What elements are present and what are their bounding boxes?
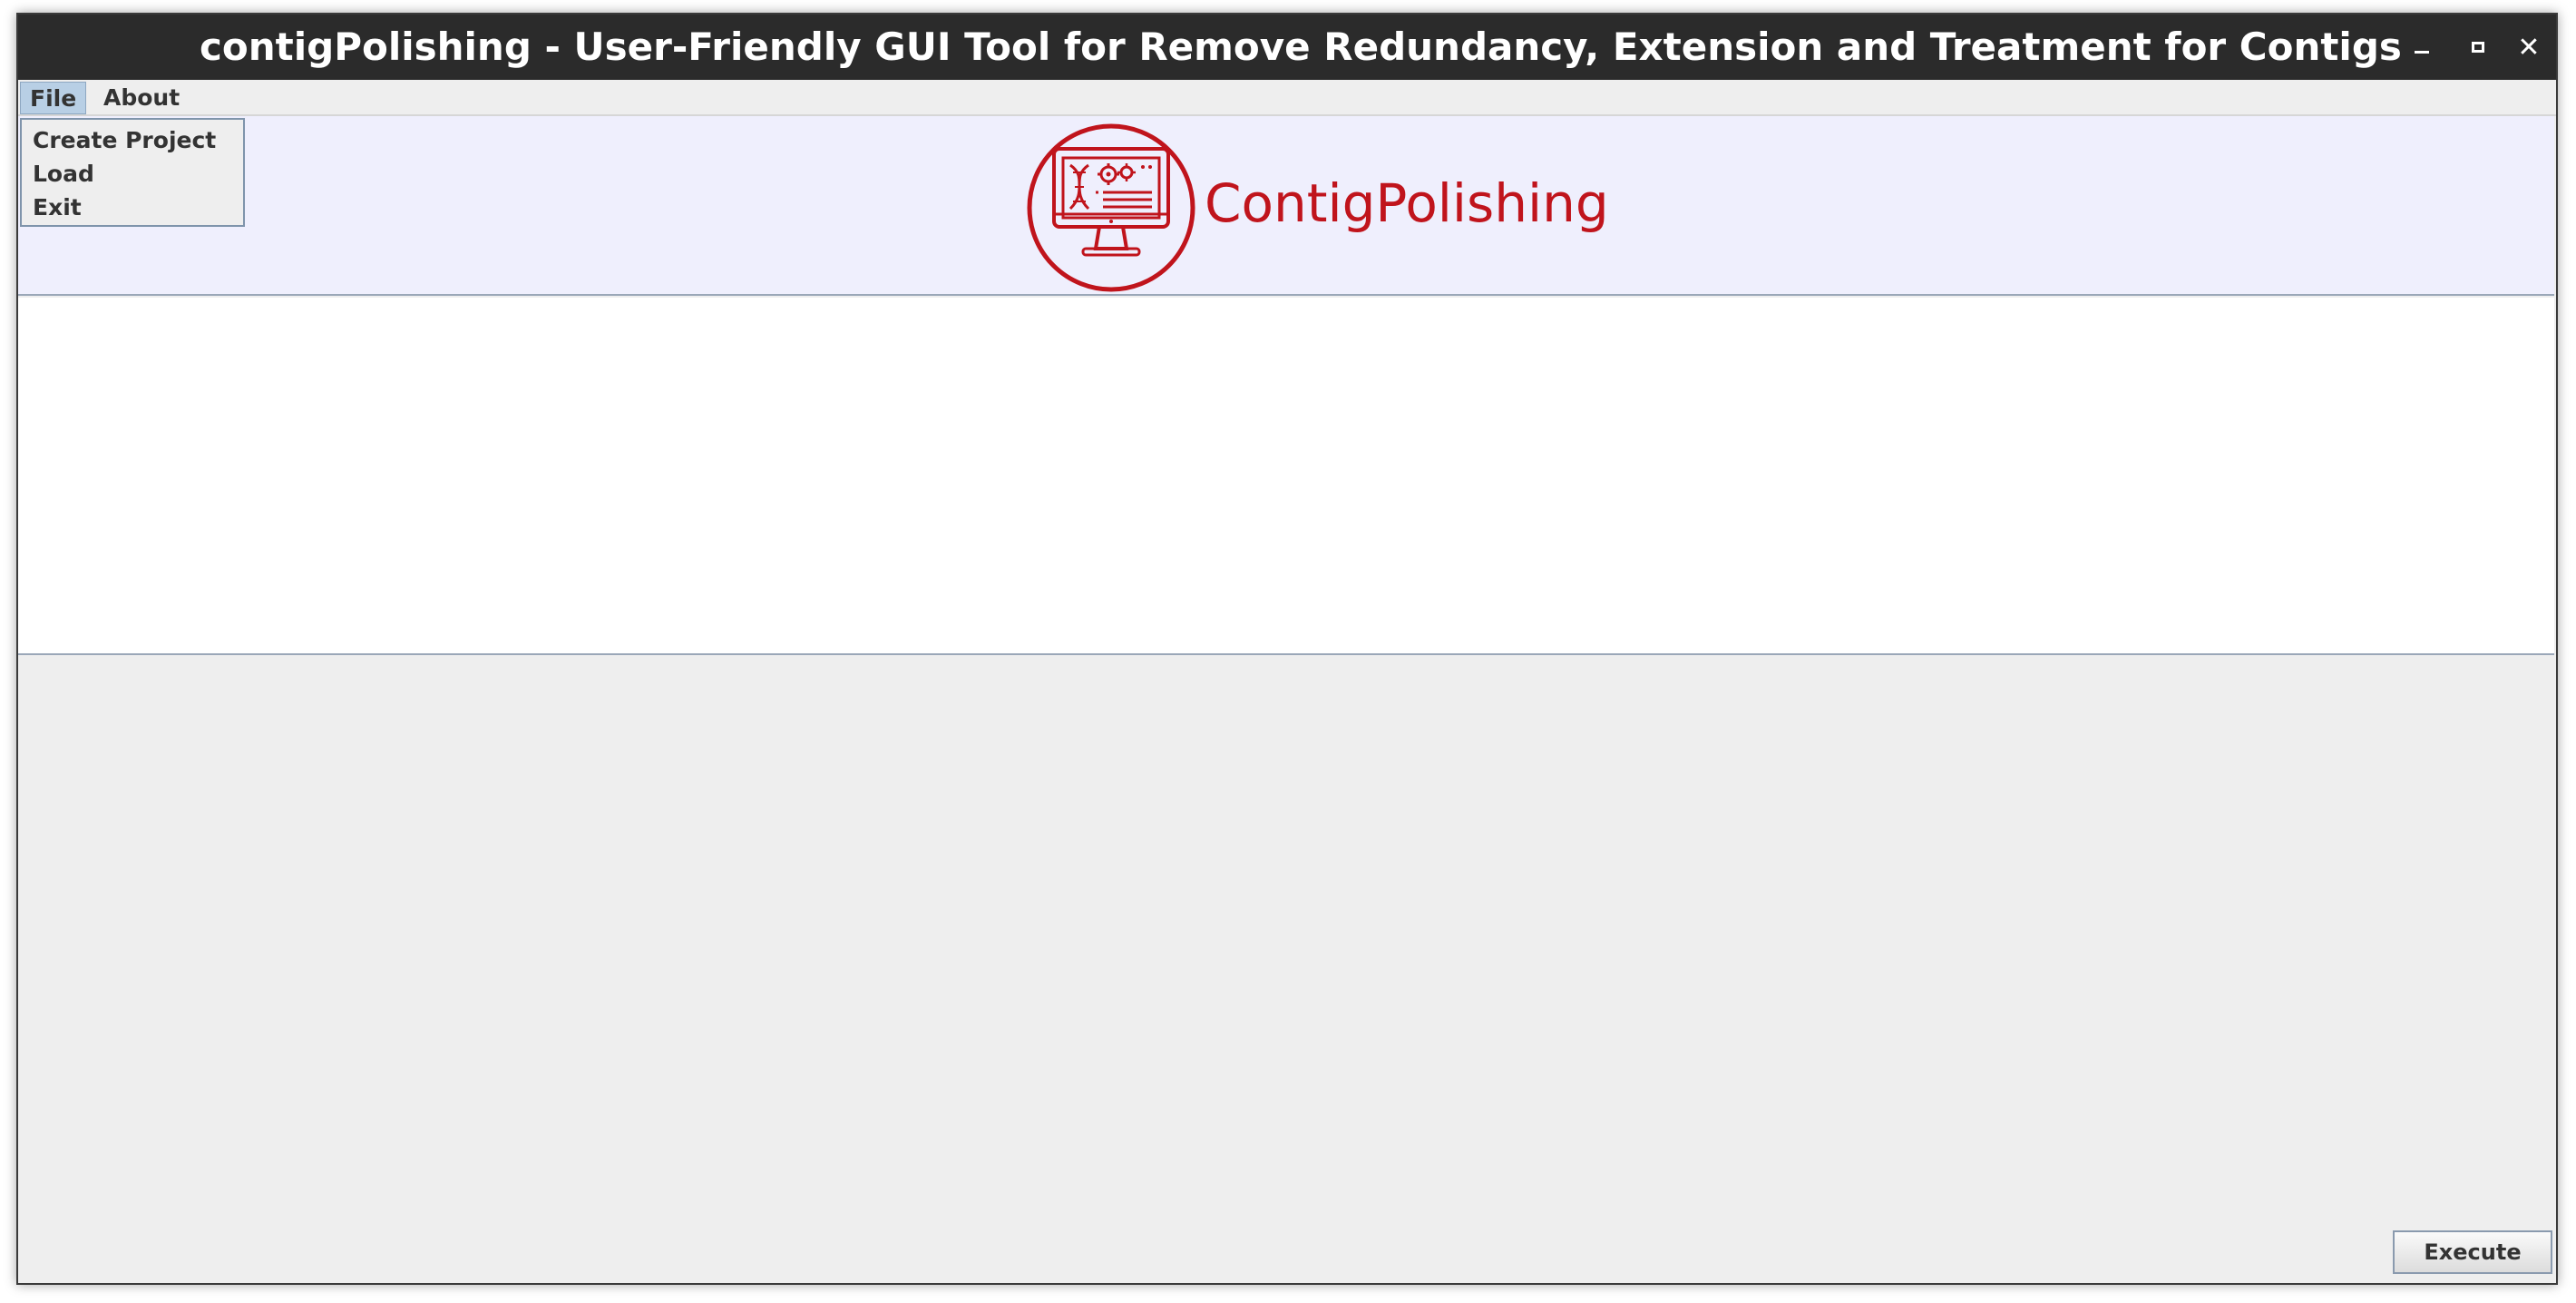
close-icon: ✕	[2517, 31, 2541, 64]
title-bar[interactable]: contigPolishing - User-Friendly GUI Tool…	[18, 15, 2556, 80]
close-button[interactable]: ✕	[2507, 27, 2551, 67]
menu-item-create-project[interactable]: Create Project	[22, 123, 243, 157]
menu-about[interactable]: About	[94, 82, 189, 114]
content-area	[18, 298, 2554, 655]
menu-item-load[interactable]: Load	[22, 157, 243, 191]
minimize-button[interactable]	[2400, 27, 2444, 67]
logo-text: ContigPolishing	[1205, 172, 1609, 234]
execute-button[interactable]: Execute	[2393, 1230, 2552, 1274]
header-banner: ContigPolishing	[18, 116, 2554, 296]
menu-file[interactable]: File	[20, 82, 87, 114]
menu-item-exit[interactable]: Exit	[22, 191, 243, 224]
menu-bar: File About	[18, 80, 2556, 116]
maximize-button[interactable]	[2456, 27, 2500, 67]
maximize-icon	[2472, 42, 2484, 53]
window-title: contigPolishing - User-Friendly GUI Tool…	[200, 24, 2402, 69]
file-menu-dropdown: Create Project Load Exit	[20, 118, 245, 227]
dna-monitor-logo-icon	[1027, 123, 1195, 292]
app-window: contigPolishing - User-Friendly GUI Tool…	[16, 13, 2558, 1285]
minimize-icon	[2415, 50, 2429, 54]
